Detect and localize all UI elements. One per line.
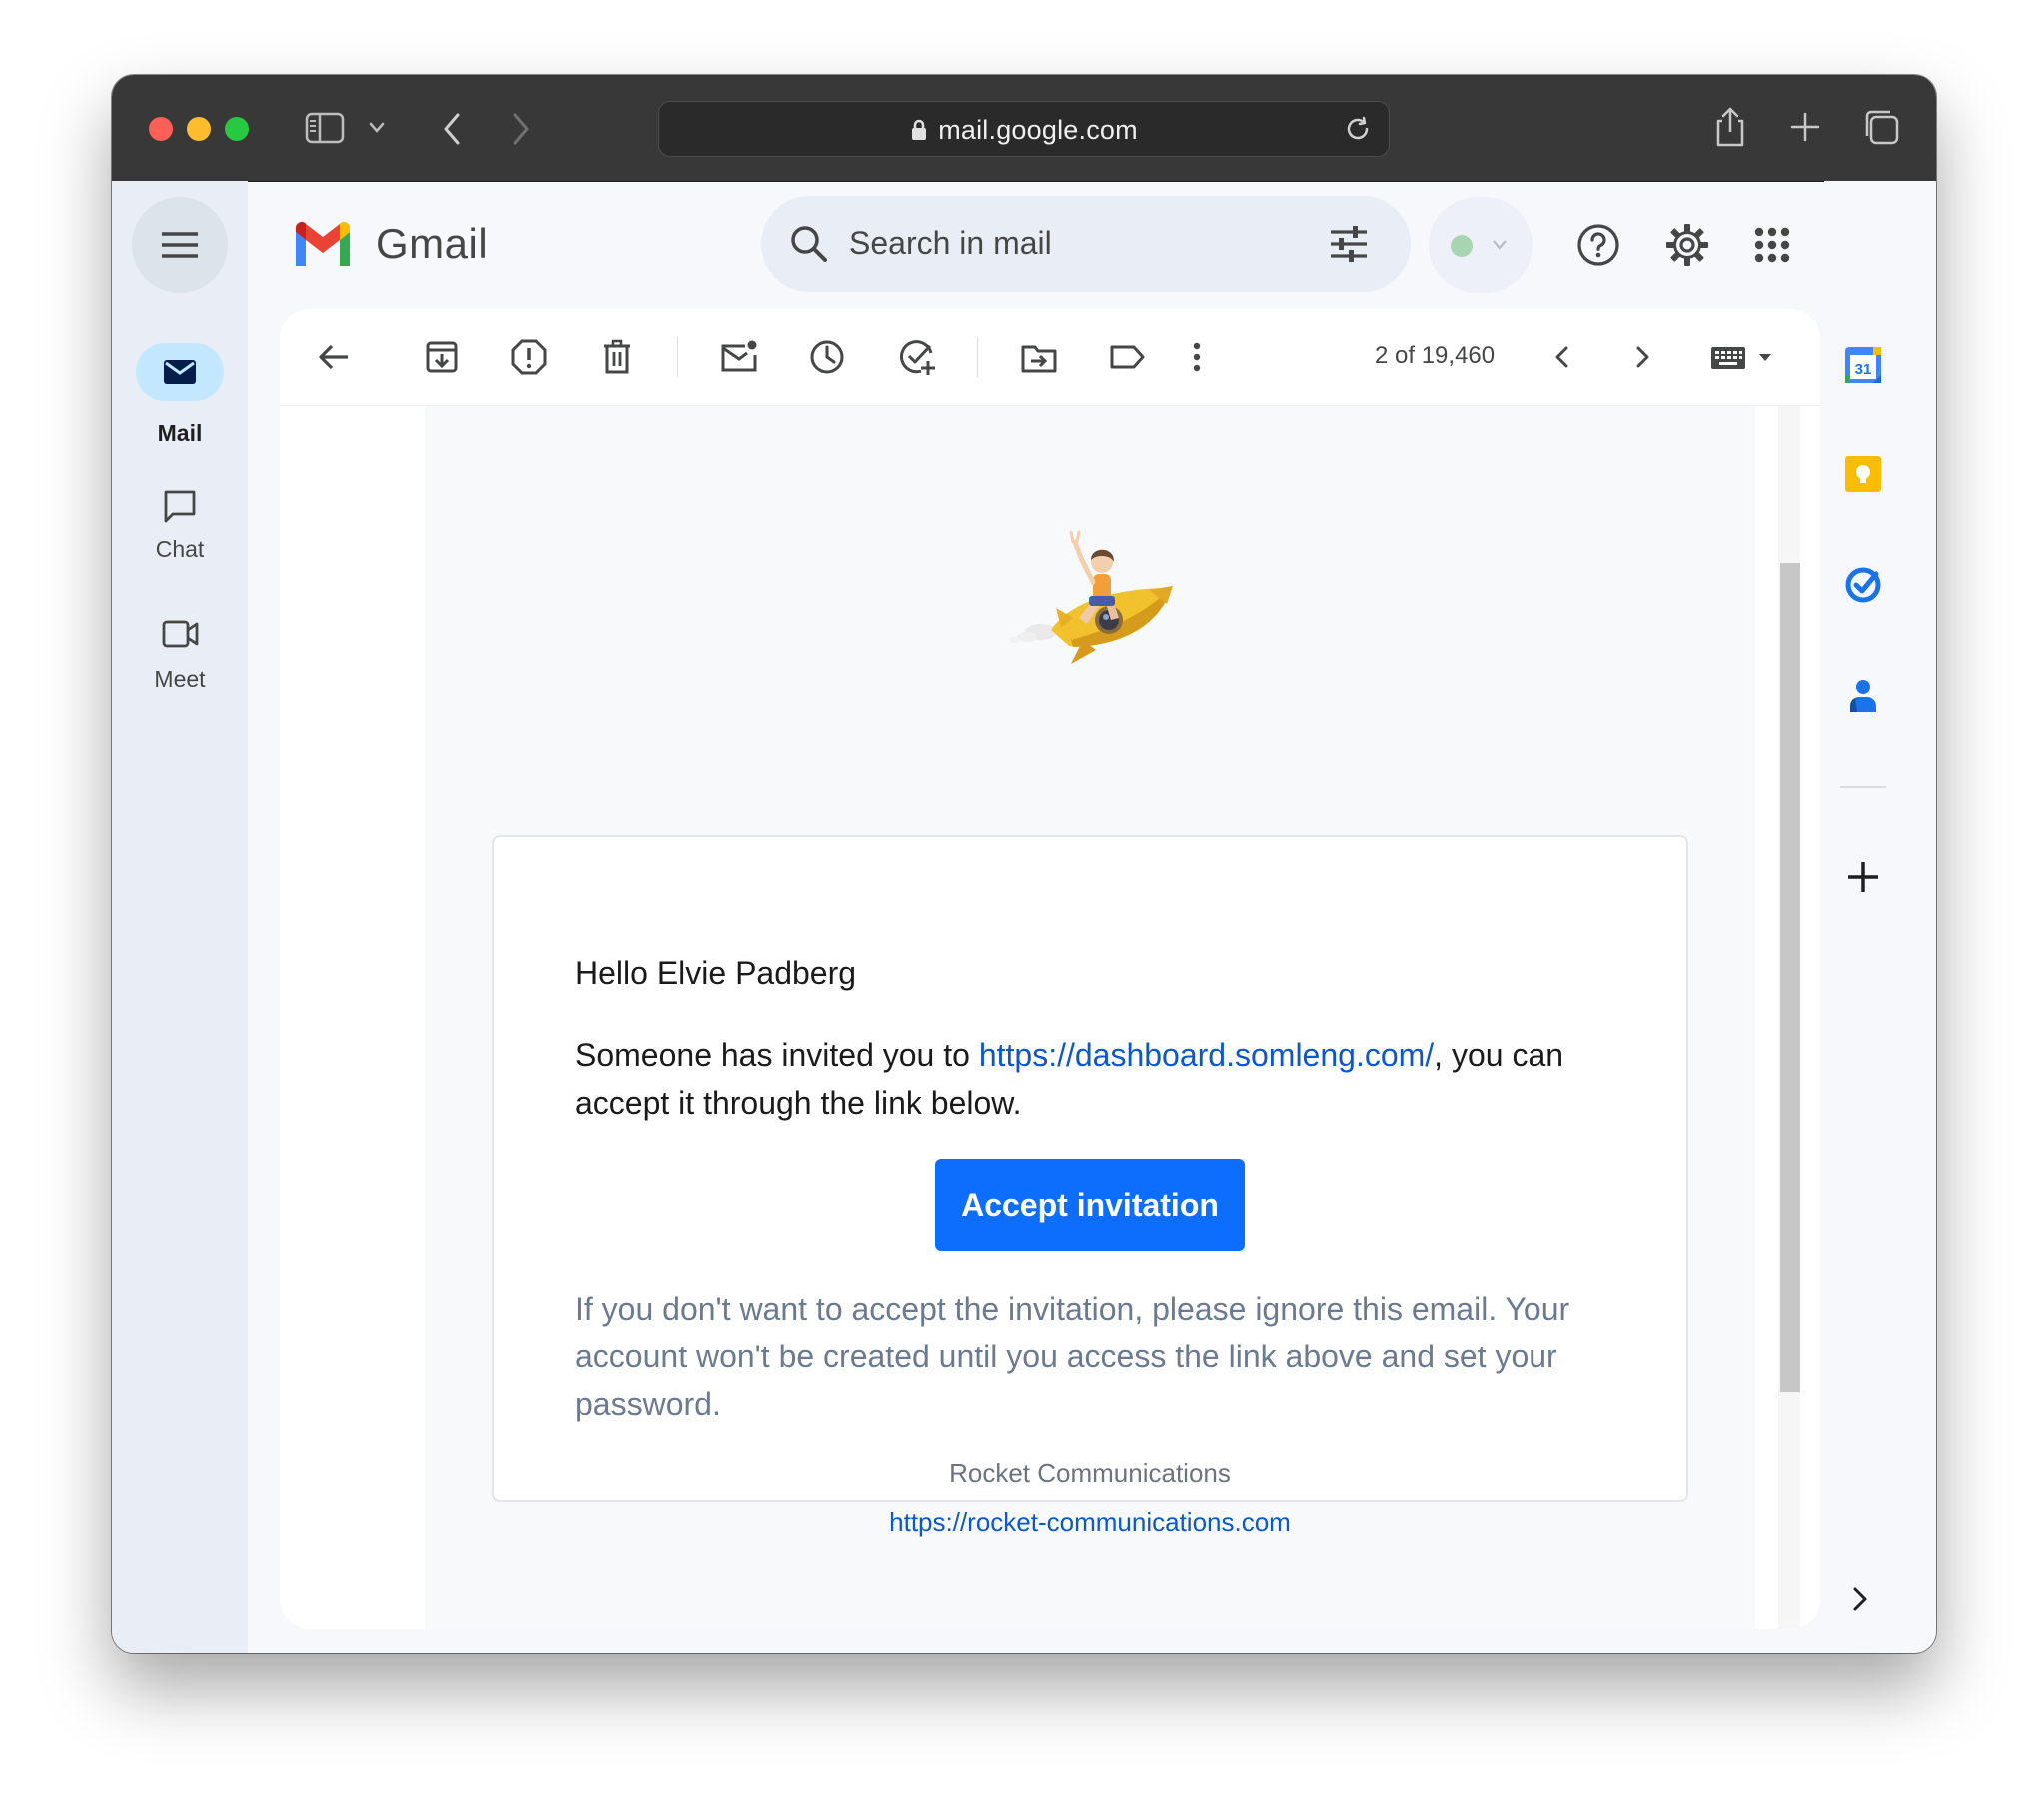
newer-message-icon[interactable]	[1542, 337, 1582, 377]
message-toolbar: 2 of 19,460	[280, 309, 1820, 406]
rocket-illustration	[1001, 500, 1191, 670]
back-nav-icon[interactable]	[440, 111, 464, 147]
archive-icon[interactable]	[422, 337, 462, 377]
add-to-tasks-icon[interactable]	[897, 337, 937, 377]
mail-icon	[163, 359, 197, 385]
message-count: 2 of 19,460	[1375, 342, 1496, 369]
add-addon-icon[interactable]	[1843, 857, 1883, 897]
keep-icon[interactable]	[1843, 454, 1883, 494]
nav-label-mail: Mail	[157, 420, 203, 446]
tasks-icon[interactable]	[1843, 564, 1883, 604]
tab-overview-icon[interactable]	[1862, 108, 1900, 146]
label-icon[interactable]	[1107, 337, 1147, 377]
back-to-inbox-icon[interactable]	[314, 337, 354, 377]
footer-company-link[interactable]: https://rocket-communications.com	[425, 1507, 1755, 1538]
move-to-icon[interactable]	[1019, 337, 1059, 377]
dashboard-link[interactable]: https://dashboard.somleng.com/	[979, 1037, 1434, 1073]
search-options-icon[interactable]	[1327, 222, 1371, 266]
snooze-clock-icon[interactable]	[807, 337, 847, 377]
nav-label-meet: Meet	[154, 666, 206, 692]
contacts-icon[interactable]	[1843, 676, 1883, 716]
video-icon	[162, 618, 200, 650]
url-text: mail.google.com	[938, 115, 1138, 145]
older-message-icon[interactable]	[1622, 337, 1662, 377]
status-dot-icon	[1451, 235, 1473, 257]
help-icon[interactable]	[1575, 222, 1621, 268]
right-rail	[1824, 181, 1936, 1653]
address-bar[interactable]: mail.google.com	[658, 101, 1390, 157]
share-icon[interactable]	[1713, 105, 1747, 149]
message-panel: 2 of 19,460 Hello Elvie Padberg Someone …	[280, 309, 1820, 1629]
new-tab-icon[interactable]	[1789, 111, 1821, 143]
invite-paragraph: Someone has invited you to https://dashb…	[575, 1031, 1634, 1127]
minimize-window-button[interactable]	[187, 117, 211, 141]
more-vert-icon[interactable]	[1177, 337, 1217, 377]
lock-icon	[910, 118, 928, 142]
reload-icon[interactable]	[1344, 115, 1372, 143]
nav-item-mail[interactable]: Mail	[112, 343, 248, 452]
sidebar-toggle-icon[interactable]	[305, 111, 345, 145]
right-rail-divider	[1840, 786, 1886, 788]
search-bar[interactable]: Search in mail	[761, 196, 1411, 292]
svg-text:31: 31	[1855, 361, 1872, 378]
apps-grid-icon[interactable]	[1753, 226, 1791, 264]
invite-text: Someone has invited you to	[575, 1037, 979, 1073]
email-greeting: Hello Elvie Padberg	[575, 955, 857, 991]
status-selector[interactable]	[1429, 197, 1533, 293]
mark-unread-icon[interactable]	[719, 337, 759, 377]
settings-gear-icon[interactable]	[1664, 222, 1710, 268]
menu-icon	[160, 229, 200, 261]
input-tools-keyboard-icon[interactable]	[1709, 337, 1781, 377]
chat-icon	[162, 488, 198, 524]
browser-titlebar: mail.google.com	[112, 75, 1936, 182]
footer-company-name: Rocket Communications	[949, 1458, 1231, 1488]
nav-item-chat[interactable]: Chat	[112, 474, 248, 574]
email-card: Hello Elvie Padberg Someone has invited …	[492, 835, 1688, 1502]
close-window-button[interactable]	[149, 117, 173, 141]
search-input[interactable]: Search in mail	[849, 225, 1052, 262]
calendar-icon[interactable]: 31	[1843, 345, 1883, 385]
delete-icon[interactable]	[597, 337, 637, 377]
main-menu-button[interactable]	[132, 197, 228, 293]
chevron-down-icon[interactable]	[368, 121, 386, 135]
ignore-notice: If you don't want to accept the invitati…	[575, 1291, 1570, 1422]
nav-label-chat: Chat	[155, 536, 205, 562]
forward-nav-icon[interactable]	[510, 111, 533, 147]
nav-item-meet[interactable]: Meet	[112, 604, 248, 704]
app-name[interactable]: Gmail	[376, 220, 488, 268]
show-side-panel-icon[interactable]	[1845, 1584, 1885, 1624]
browser-window: mail.google.com Mail Chat Meet Gmail Sea…	[112, 75, 1936, 1653]
chevron-down-icon	[1491, 239, 1509, 251]
zoom-window-button[interactable]	[225, 117, 249, 141]
accept-invitation-button[interactable]: Accept invitation	[935, 1159, 1245, 1251]
search-icon[interactable]	[787, 222, 831, 266]
report-spam-icon[interactable]	[510, 337, 549, 377]
scrollbar-thumb[interactable]	[1780, 563, 1800, 1392]
gmail-logo-icon[interactable]	[292, 220, 354, 268]
